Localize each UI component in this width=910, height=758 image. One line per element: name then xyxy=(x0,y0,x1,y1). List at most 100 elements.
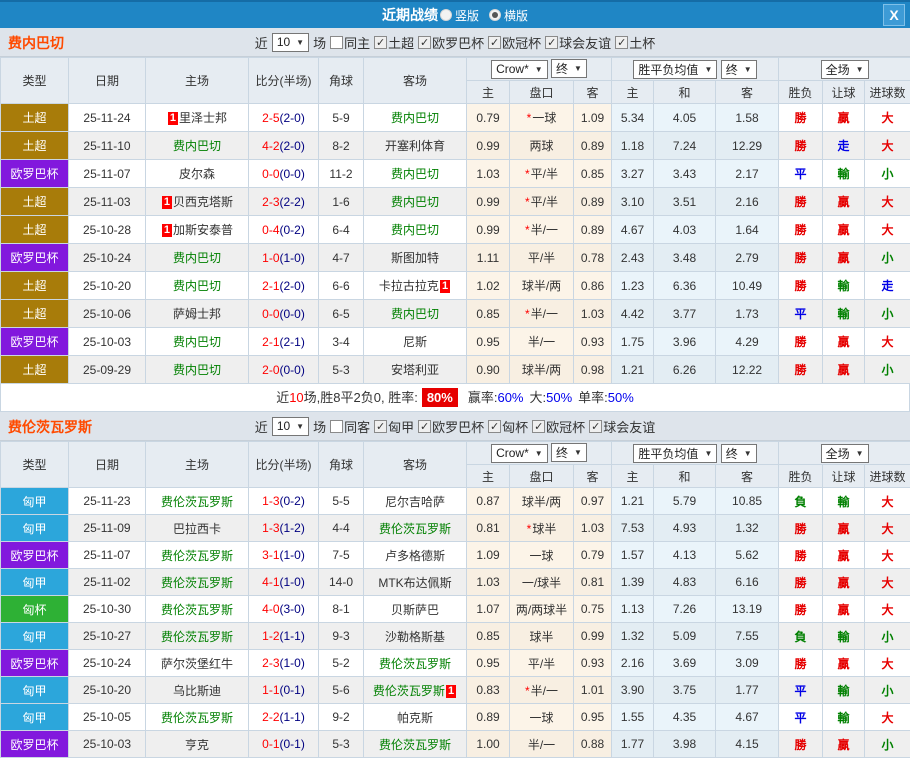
col-avg-home: 主 xyxy=(612,465,654,488)
league-filter-checkbox[interactable]: ✓土超 xyxy=(374,33,414,52)
match-count-value: 10 xyxy=(277,419,290,433)
away-team-cell: 尼尔吉哈萨 xyxy=(364,488,467,515)
radio-horizontal-layout[interactable]: 横版 xyxy=(489,7,528,24)
league-filter-checkbox[interactable]: ✓球会友谊 xyxy=(545,33,611,52)
odds-final-select[interactable]: 终▼ xyxy=(551,59,587,78)
halftime-score: (2-0) xyxy=(280,279,305,293)
away-team-name: 尼斯 xyxy=(403,335,427,349)
away-team-cell: 尼斯 xyxy=(364,328,467,356)
scope-select[interactable]: 全场▼ xyxy=(821,444,869,463)
home-team-name: 萨尔茨堡红牛 xyxy=(161,657,233,671)
away-team-cell: 卡拉古拉克1 xyxy=(364,272,467,300)
handicap-result-cell: 贏 xyxy=(823,356,865,384)
goals-result-cell: 大 xyxy=(865,104,910,132)
league-filter-checkbox[interactable]: ✓欧冠杯 xyxy=(532,417,585,436)
home-team-name: 费伦茨瓦罗斯 xyxy=(161,576,233,590)
score-cell: 4-1(1-0) xyxy=(249,569,319,596)
col-odds-away: 客 xyxy=(574,81,612,104)
home-team-cell: 费内巴切 xyxy=(146,328,249,356)
rank-badge: 1 xyxy=(162,224,172,237)
same-home-checkbox[interactable]: 同主 xyxy=(330,33,370,52)
checkbox-label: 土超 xyxy=(388,33,414,52)
radio-vertical-layout[interactable]: 竖版 xyxy=(440,7,479,24)
league-type-cell: 匈杯 xyxy=(1,596,69,623)
match-count-select[interactable]: 10 ▼ xyxy=(272,417,309,436)
corner-cell: 5-6 xyxy=(319,677,364,704)
away-odds-cell: 0.89 xyxy=(574,216,612,244)
home-odds-cell: 0.85 xyxy=(467,623,510,650)
date-cell: 25-11-07 xyxy=(69,542,146,569)
league-filter-checkbox[interactable]: ✓匈杯 xyxy=(488,417,528,436)
summary-text: 大: xyxy=(530,390,547,405)
handicap-cell: 平/半 xyxy=(510,650,574,677)
col-handicap: 盘口 xyxy=(510,465,574,488)
odds-company-value: Crow* xyxy=(496,446,529,460)
goals-result-cell: 小 xyxy=(865,244,910,272)
halftime-score: (0-1) xyxy=(280,683,305,697)
odds-final-select[interactable]: 终▼ xyxy=(551,443,587,462)
away-team-cell: MTK布达佩斯 xyxy=(364,569,467,596)
home-team-cell: 费内巴切 xyxy=(146,132,249,160)
result-cell: 勝 xyxy=(779,650,823,677)
league-type-cell: 土超 xyxy=(1,104,69,132)
handicap-cell: 两球 xyxy=(510,132,574,160)
page-title: 近期战绩 xyxy=(382,5,438,25)
odds-company-select[interactable]: Crow*▼ xyxy=(491,60,548,79)
away-odds-cell: 0.88 xyxy=(574,731,612,758)
fulltime-score: 4-1 xyxy=(262,575,279,589)
avg-away-cell: 1.58 xyxy=(716,104,779,132)
handicap-result-cell: 贏 xyxy=(823,515,865,542)
away-odds-cell: 0.79 xyxy=(574,542,612,569)
away-team-name: 尼尔吉哈萨 xyxy=(385,495,445,509)
score-cell: 1-1(0-1) xyxy=(249,677,319,704)
halftime-score: (2-0) xyxy=(280,111,305,125)
halftime-score: (1-0) xyxy=(280,548,305,562)
date-cell: 25-10-03 xyxy=(69,328,146,356)
home-team-name: 费内巴切 xyxy=(173,363,221,377)
odds-company-select[interactable]: Crow*▼ xyxy=(491,444,548,463)
checkbox-label: 欧罗巴杯 xyxy=(432,417,484,436)
home-odds-cell: 1.09 xyxy=(467,542,510,569)
close-button[interactable]: X xyxy=(883,4,905,26)
avg-final-select[interactable]: 终▼ xyxy=(721,60,757,79)
league-filter-checkbox[interactable]: ✓欧罗巴杯 xyxy=(418,417,484,436)
away-odds-cell: 0.78 xyxy=(574,244,612,272)
home-team-cell: 1加斯安泰普 xyxy=(146,216,249,244)
avg-final-select[interactable]: 终▼ xyxy=(721,444,757,463)
home-odds-cell: 0.99 xyxy=(467,216,510,244)
league-filter-checkbox[interactable]: ✓欧罗巴杯 xyxy=(418,33,484,52)
col-odds-home: 主 xyxy=(467,81,510,104)
halftime-score: (2-2) xyxy=(280,195,305,209)
league-filter-checkbox[interactable]: ✓欧冠杯 xyxy=(488,33,541,52)
halftime-score: (1-0) xyxy=(280,251,305,265)
avg-away-cell: 1.32 xyxy=(716,515,779,542)
goals-result-cell: 小 xyxy=(865,160,910,188)
avg-select[interactable]: 胜平负均值▼ xyxy=(633,444,717,463)
chevron-down-icon: ▼ xyxy=(574,64,582,73)
league-filter-checkbox[interactable]: ✓匈甲 xyxy=(374,417,414,436)
home-odds-cell: 0.90 xyxy=(467,356,510,384)
date-cell: 25-10-28 xyxy=(69,216,146,244)
league-filter-checkbox[interactable]: ✓球会友谊 xyxy=(589,417,655,436)
fulltime-score: 3-1 xyxy=(262,548,279,562)
record-summary: 近10场,胜8平2负0, 胜率:80%赢率:60%大:50%单率:50% xyxy=(0,384,910,412)
away-team-name: 帕克斯 xyxy=(397,711,433,725)
matches-label: 场 xyxy=(313,33,326,52)
halftime-score: (1-1) xyxy=(280,710,305,724)
home-team-name: 费伦茨瓦罗斯 xyxy=(161,711,233,725)
avg-home-cell: 3.27 xyxy=(612,160,654,188)
col-goals: 进球数 xyxy=(865,465,910,488)
checkbox-label: 欧冠杯 xyxy=(502,33,541,52)
avg-away-cell: 2.79 xyxy=(716,244,779,272)
away-team-cell: 帕克斯 xyxy=(364,704,467,731)
same-away-checkbox[interactable]: 同客 xyxy=(330,417,370,436)
halftime-score: (0-0) xyxy=(280,307,305,321)
away-odds-cell: 1.03 xyxy=(574,515,612,542)
goals-result-cell: 小 xyxy=(865,356,910,384)
halftime-score: (2-0) xyxy=(280,139,305,153)
date-cell: 25-10-27 xyxy=(69,623,146,650)
match-count-select[interactable]: 10 ▼ xyxy=(272,33,309,52)
avg-select[interactable]: 胜平负均值▼ xyxy=(633,60,717,79)
league-filter-checkbox[interactable]: ✓土杯 xyxy=(615,33,655,52)
scope-select[interactable]: 全场▼ xyxy=(821,60,869,79)
